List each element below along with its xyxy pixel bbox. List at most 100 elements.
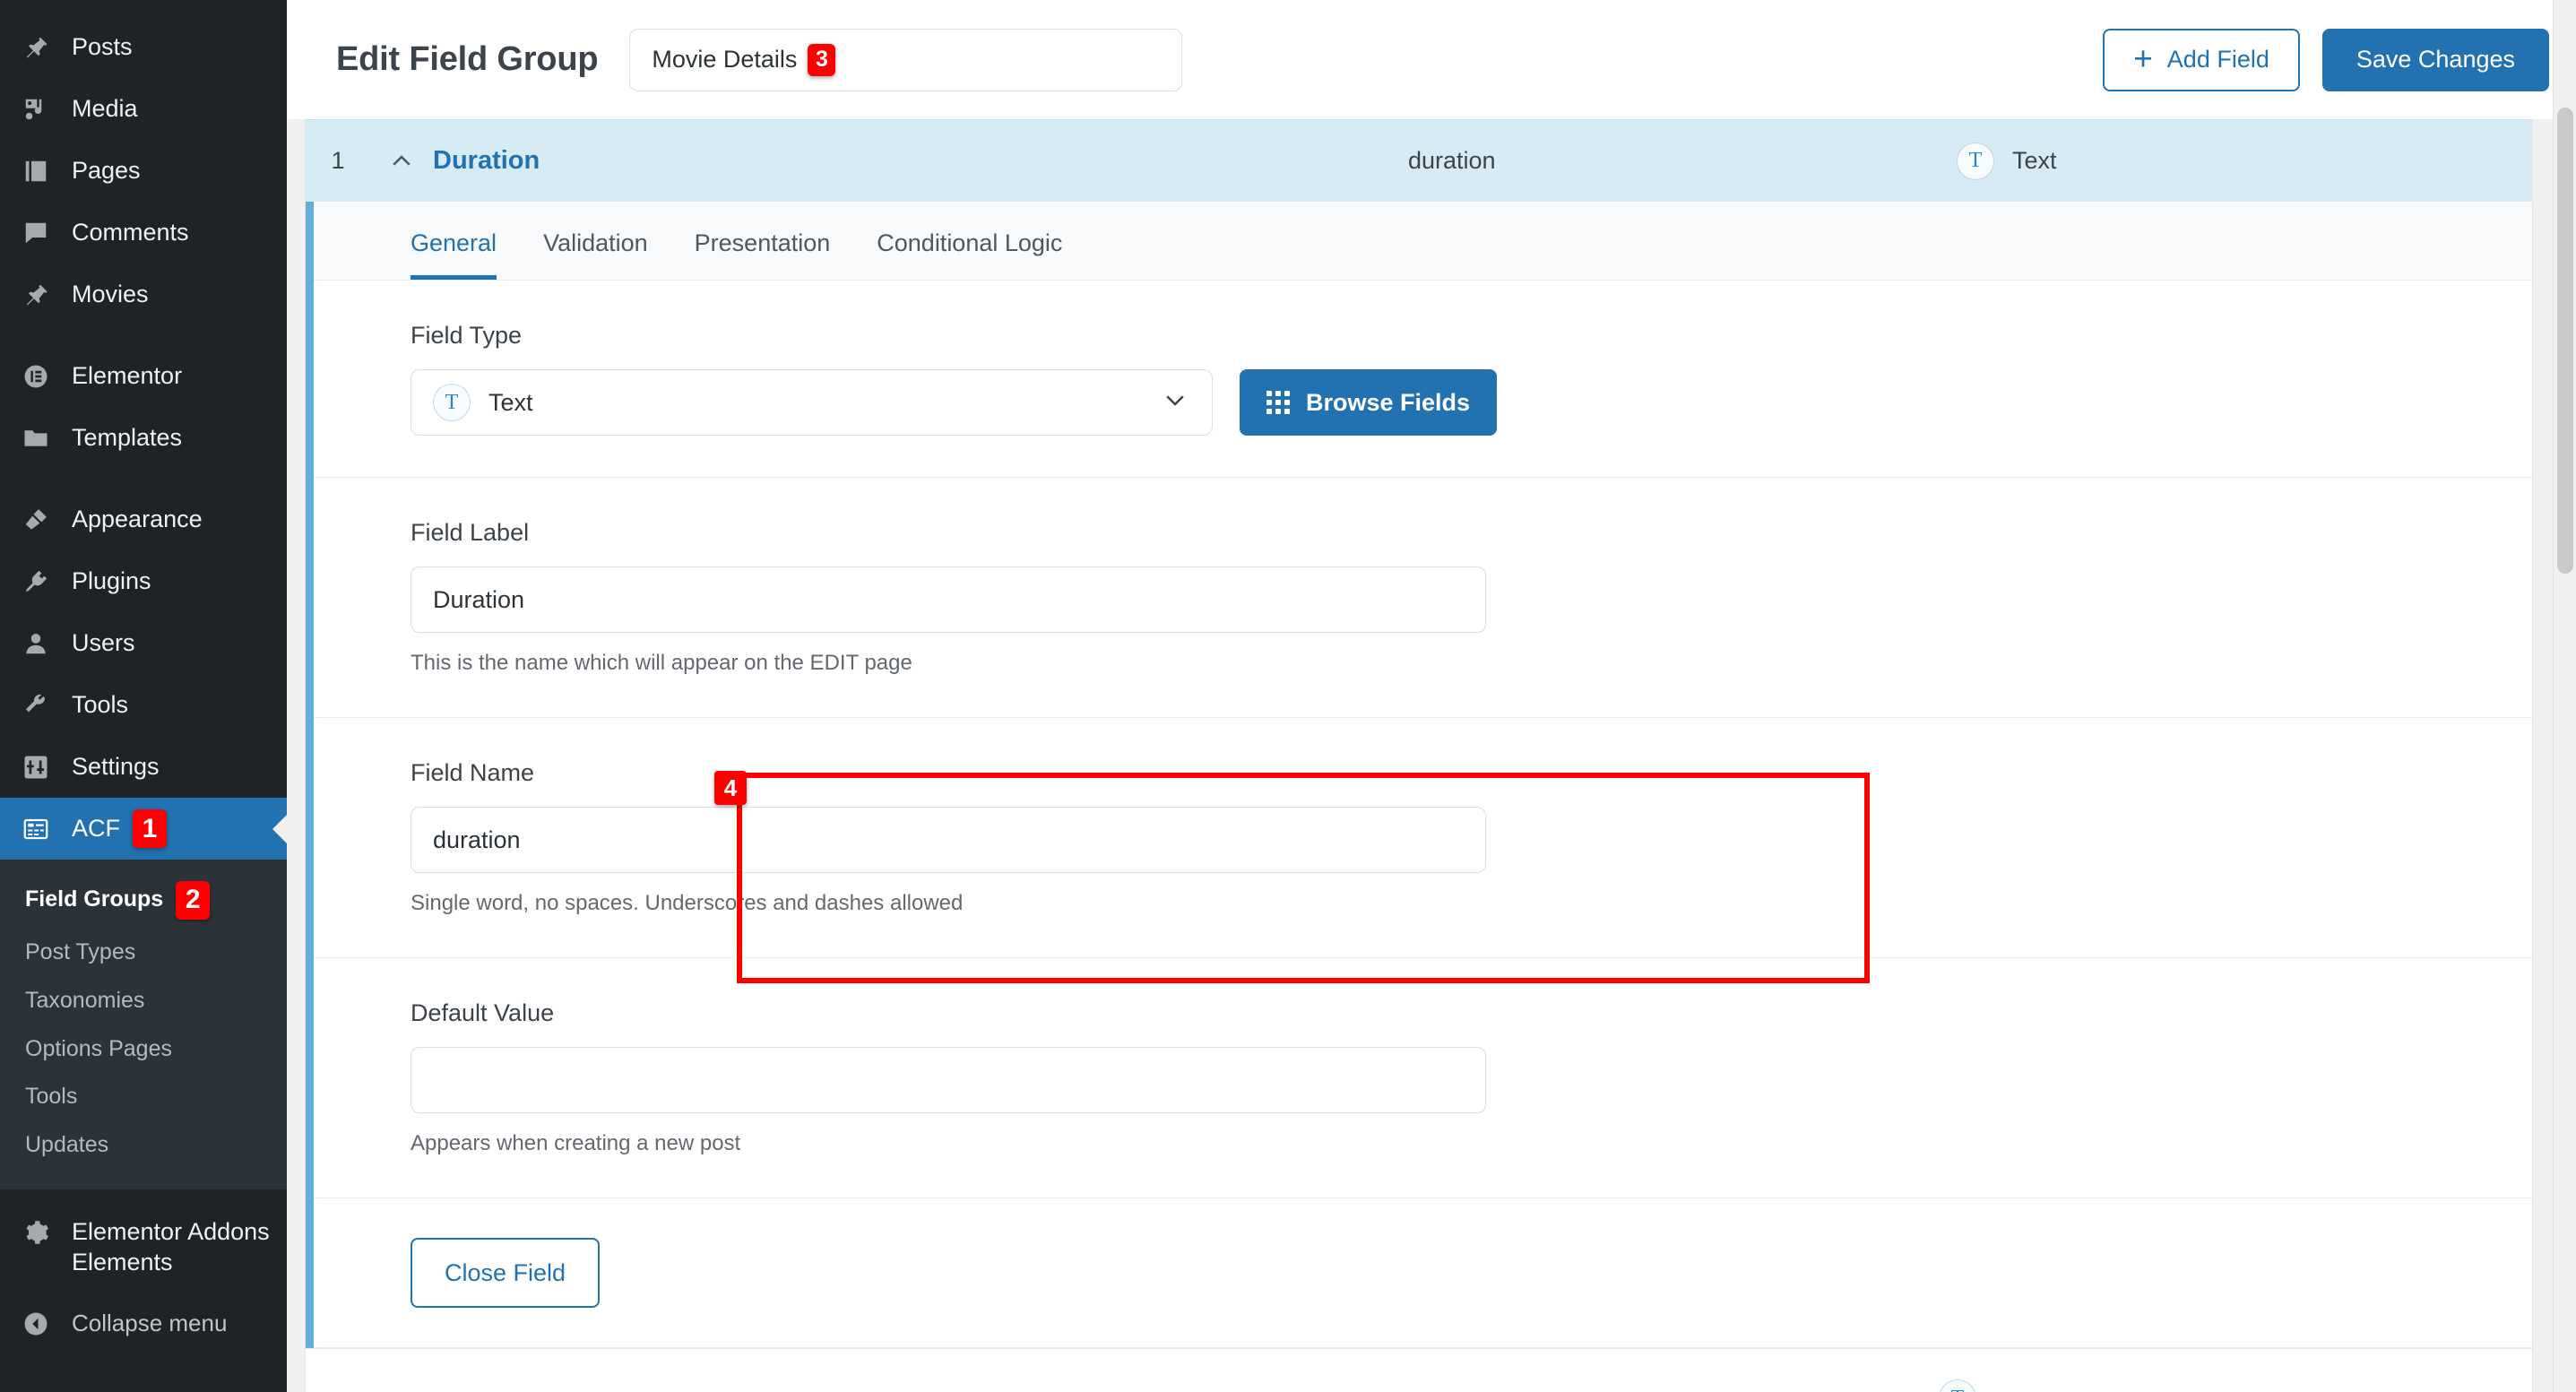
page-title: Edit Field Group [336,40,599,78]
edit-field-group-header: Edit Field Group Movie Details 3 + Add F… [287,0,2576,119]
field-group-title-input[interactable]: Movie Details 3 [629,28,1183,91]
sidebar-item-label: Pages [72,157,141,184]
field-header-name: duration [1408,147,1496,174]
sidebar-item-label: ACF [72,815,120,842]
field-header-row[interactable]: 1 Duration duration T Text [306,119,2532,202]
add-field-button[interactable]: + Add Field [2103,28,2300,91]
sidebar-item-acf[interactable]: ACF 1 [0,798,287,860]
browse-fields-button[interactable]: Browse Fields [1240,369,1498,436]
sidebar-item-users[interactable]: Users [0,612,287,674]
comment-icon [16,220,56,246]
sidebar-item-elementor[interactable]: Elementor [0,345,287,407]
next-field-row-partial[interactable]: T [305,1348,2533,1392]
gear-icon [16,1219,56,1246]
sidebar-item-posts[interactable]: Posts [0,16,287,78]
sidebar-item-appearance[interactable]: Appearance [0,488,287,550]
sidebar-item-tools[interactable]: Tools [0,674,287,736]
pin-icon [16,281,56,308]
field-name-value: duration [433,826,521,853]
tab-validation[interactable]: Validation [543,229,648,280]
field-label-label: Field Label [411,519,530,546]
sidebar-item-settings[interactable]: Settings [0,736,287,798]
sidebar-item-label: Movies [72,281,149,307]
field-header-type: T Text [1957,142,2057,180]
grid-icon [1266,391,1290,414]
sidebar-item-label: Appearance [72,506,203,532]
collapse-menu-label: Collapse menu [72,1310,228,1337]
main-content: Edit Field Group Movie Details 3 + Add F… [287,0,2576,1392]
field-header-type-label: Text [2012,147,2057,174]
sidebar-item-label: Media [72,95,138,122]
default-value-input[interactable] [411,1047,1486,1113]
tab-general[interactable]: General [411,229,497,280]
close-field-label: Close Field [445,1258,566,1286]
submenu-item-label: Field Groups [25,886,164,912]
submenu-item-updates[interactable]: Updates [0,1121,287,1170]
sidebar-item-label: Users [72,629,135,656]
wrench-icon [16,692,56,719]
submenu-item-options-pages[interactable]: Options Pages [0,1025,287,1074]
submenu-item-tools[interactable]: Tools [0,1073,287,1121]
submenu-item-post-types[interactable]: Post Types [0,929,287,977]
sidebar-divider-2 [0,469,287,488]
folder-icon [16,425,56,452]
field-settings-panel: General Validation Presentation Conditio… [306,202,2532,1348]
scrollbar-thumb[interactable] [2557,108,2573,574]
field-label-input[interactable]: Duration [411,566,1486,633]
field-label-value: Duration [433,585,525,613]
chevron-up-icon[interactable] [370,148,433,175]
save-changes-button[interactable]: Save Changes [2321,28,2549,91]
sidebar-item-pages[interactable]: Pages [0,140,287,202]
field-label-row: Field Label Duration This is the name wh… [314,478,2532,718]
media-icon [16,96,56,123]
sidebar-item-media[interactable]: Media [0,78,287,140]
default-value-hint: Appears when creating a new post [411,1131,741,1155]
sidebar-item-templates[interactable]: Templates [0,407,287,469]
sidebar-item-label: Elementor [72,362,183,389]
field-order-number: 1 [331,147,345,174]
annotation-badge-4: 4 [714,771,747,805]
field-header-label[interactable]: Duration [433,146,540,176]
acf-submenu: Field Groups 2 Post Types Taxonomies Opti… [0,860,287,1189]
tab-presentation[interactable]: Presentation [695,229,831,280]
sidebar-item-elementor-addons[interactable]: Elementor Addons Elements [0,1204,287,1290]
annotation-badge-1: 1 [133,809,167,848]
tab-conditional-logic[interactable]: Conditional Logic [877,229,1062,280]
sidebar-item-movies[interactable]: Movies [0,264,287,325]
field-list: 1 Duration duration T Text General Valid… [305,119,2533,1348]
field-label-hint: This is the name which will appear on th… [411,651,912,675]
field-name-hint: Single word, no spaces. Underscores and … [411,891,964,915]
field-settings-tabs: General Validation Presentation Conditio… [314,202,2532,281]
page-scrollbar[interactable] [2553,0,2576,1392]
sidebar-item-comments[interactable]: Comments [0,202,287,264]
elementor-icon [16,363,56,390]
sidebar-divider-1 [0,325,287,345]
browse-fields-label: Browse Fields [1306,388,1471,416]
sliders-icon [16,754,56,781]
default-value-row: Default Value Appears when creating a ne… [314,958,2532,1198]
submenu-item-taxonomies[interactable]: Taxonomies [0,977,287,1025]
annotation-badge-2: 2 [176,881,211,920]
field-type-select[interactable]: T Text [411,369,1213,436]
acf-icon [16,816,56,843]
pages-icon [16,158,56,185]
text-type-icon: T [1957,142,1994,180]
collapse-menu-button[interactable]: Collapse menu [0,1290,287,1358]
sidebar-item-plugins[interactable]: Plugins [0,550,287,612]
field-group-title-value: Movie Details [652,46,798,73]
collapse-arrow-icon [16,1310,56,1337]
field-type-value: Text [488,388,533,416]
brush-icon [16,506,56,533]
default-value-label: Default Value [411,999,555,1026]
close-field-button[interactable]: Close Field [411,1238,601,1308]
field-name-row: Field Name duration Single word, no spac… [314,718,2532,958]
field-name-input[interactable]: duration [411,807,1486,873]
admin-sidebar: Posts Media Pages Comments Movies Elemen… [0,0,287,1392]
annotation-badge-3: 3 [808,43,836,76]
submenu-item-field-groups[interactable]: Field Groups 2 [0,872,287,929]
sidebar-item-label: Posts [72,33,133,60]
sidebar-item-label: Comments [72,219,189,246]
sidebar-item-label: Elementor Addons Elements [72,1217,270,1276]
sidebar-item-label: Plugins [72,567,151,594]
plug-icon [16,568,56,595]
